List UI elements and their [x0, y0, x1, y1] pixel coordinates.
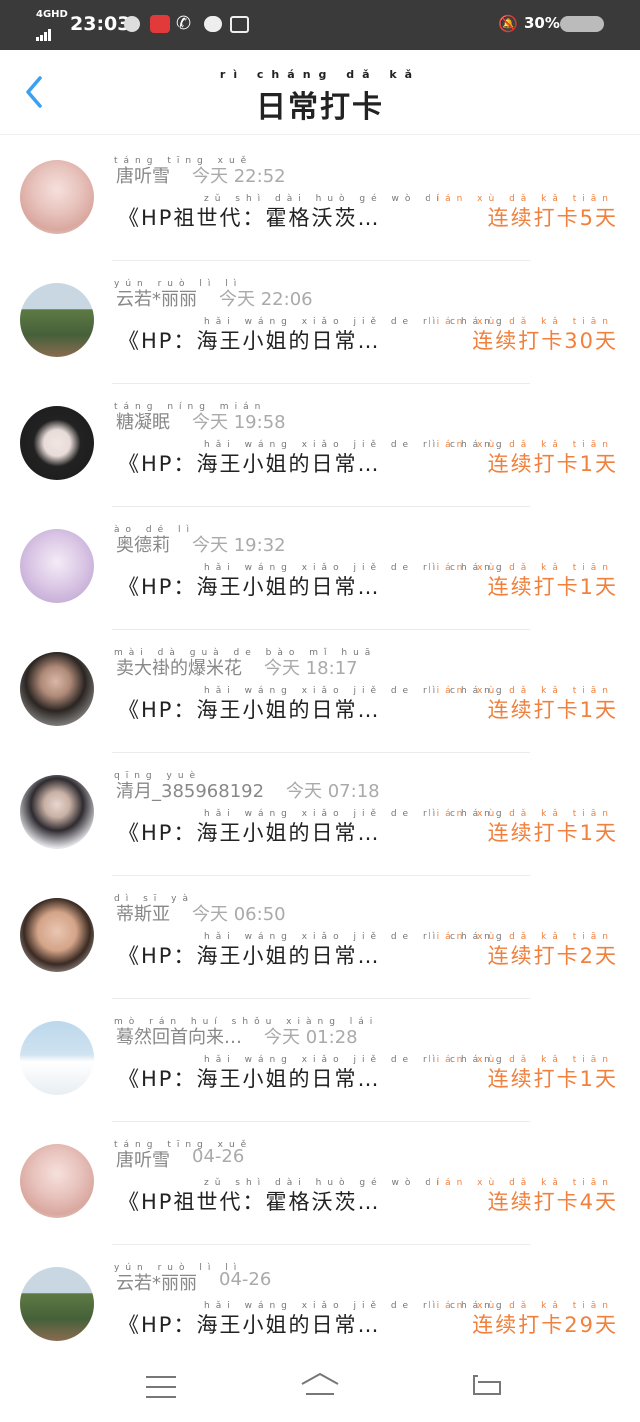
title-pinyin: rì cháng dǎ kǎ [219, 68, 421, 81]
book-title[interactable]: 《HP：海王小姐的日常… [118, 325, 380, 355]
phone-icon: ✆ [176, 13, 192, 34]
checkin-time: 04-26 [192, 1146, 245, 1167]
avatar[interactable] [20, 898, 94, 972]
sticker-icon [560, 16, 604, 32]
checkin-time: 今天 01:28 [264, 1027, 358, 1048]
checkin-time: 今天 07:18 [286, 781, 380, 802]
username[interactable]: 云若*丽丽 [116, 285, 197, 311]
system-nav-bar [0, 1356, 640, 1422]
username[interactable]: 清月_385968192 [116, 777, 264, 803]
streak-label: 连续打卡5天 [487, 206, 618, 230]
status-bar: 4GHD 23:03 ✆ 🔕 30% [0, 0, 640, 50]
checkin-row[interactable]: dì sī yà 蒂斯亚 今天 06:50 hǎi wáng xiǎo jiě … [0, 876, 640, 999]
avatar[interactable] [20, 775, 94, 849]
checkin-time: 今天 19:58 [192, 412, 286, 433]
avatar[interactable] [20, 283, 94, 357]
book-title[interactable]: 《HP：海王小姐的日常… [118, 571, 380, 601]
menu-icon-line [146, 1386, 176, 1388]
page-title: 日常打卡 [256, 90, 384, 125]
back-icon [473, 1375, 501, 1395]
clock: 23:03 [70, 13, 131, 35]
network-type: 4GHD [36, 9, 68, 20]
streak-label: 连续打卡1天 [487, 575, 618, 599]
menu-icon [146, 1376, 176, 1378]
book-title[interactable]: 《HP祖世代：霍格沃茨… [118, 1186, 380, 1216]
home-button[interactable] [300, 1372, 340, 1396]
streak-label: 连续打卡4天 [487, 1190, 618, 1214]
avatar[interactable] [20, 160, 94, 234]
avatar[interactable] [20, 406, 94, 480]
checkin-time: 04-26 [219, 1269, 272, 1290]
avatar[interactable] [20, 1267, 94, 1341]
checkin-row[interactable]: táng tīng xuě 唐听雪 04-26 zǔ shì dài huò g… [0, 1122, 640, 1245]
checkin-row[interactable]: yún ruò lì lì 云若*丽丽 04-26 hǎi wáng xiǎo … [0, 1245, 640, 1368]
username[interactable]: 卖大褂的爆米花 [116, 654, 242, 680]
checkin-row[interactable]: ào dé lì 奥德莉 今天 19:32 hǎi wáng xiǎo jiě … [0, 507, 640, 630]
chat-bubble-icon [124, 16, 140, 32]
menu-button[interactable] [146, 1376, 176, 1406]
streak-label: 连续打卡29天 [472, 1313, 618, 1337]
battery-level: 30% [524, 14, 560, 32]
avatar[interactable] [20, 1021, 94, 1095]
username[interactable]: 奥德莉 [116, 531, 170, 557]
checkin-row[interactable]: táng tīng xuě 唐听雪 今天 22:52 zǔ shì dài hu… [0, 138, 640, 261]
streak-label: 连续打卡1天 [487, 452, 618, 476]
checkin-row[interactable]: mài dà guà de bào mǐ huā 卖大褂的爆米花 今天 18:1… [0, 630, 640, 753]
nav-back-button[interactable] [472, 1374, 502, 1396]
streak-label: 连续打卡30天 [472, 329, 618, 353]
book-title[interactable]: 《HP：海王小姐的日常… [118, 448, 380, 478]
book-title[interactable]: 《HP：海王小姐的日常… [118, 1063, 380, 1093]
username[interactable]: 唐听雪 [116, 162, 170, 188]
checkin-time: 今天 19:32 [192, 535, 286, 556]
streak-label: 连续打卡1天 [487, 1067, 618, 1091]
checkin-time: 今天 22:06 [219, 289, 313, 310]
username[interactable]: 云若*丽丽 [116, 1269, 197, 1295]
app-badge-icon [150, 15, 170, 33]
book-title[interactable]: 《HP：海王小姐的日常… [118, 940, 380, 970]
streak-label: 连续打卡1天 [487, 698, 618, 722]
streak-label: 连续打卡2天 [487, 944, 618, 968]
username[interactable]: 蓦然回首向来… [116, 1023, 242, 1049]
checkin-row[interactable]: táng níng mián 糖凝眠 今天 19:58 hǎi wáng xiǎ… [0, 384, 640, 507]
checkin-row[interactable]: yún ruò lì lì 云若*丽丽 今天 22:06 hǎi wáng xi… [0, 261, 640, 384]
message-icon [204, 16, 222, 32]
signal-icon [36, 22, 52, 41]
book-title[interactable]: 《HP祖世代：霍格沃茨… [118, 202, 380, 232]
app-header: rì cháng dǎ kǎ 日常打卡 [0, 50, 640, 135]
checkin-time: 今天 22:52 [192, 166, 286, 187]
avatar[interactable] [20, 529, 94, 603]
checkin-time: 今天 06:50 [192, 904, 286, 925]
streak-label: 连续打卡1天 [487, 821, 618, 845]
checkin-row[interactable]: mò rán huí shǒu xiàng lái 蓦然回首向来… 今天 01:… [0, 999, 640, 1122]
menu-icon-line [146, 1396, 176, 1398]
book-title[interactable]: 《HP：海王小姐的日常… [118, 1309, 380, 1339]
username[interactable]: 唐听雪 [116, 1146, 170, 1172]
book-title[interactable]: 《HP：海王小姐的日常… [118, 694, 380, 724]
book-title[interactable]: 《HP：海王小姐的日常… [118, 817, 380, 847]
avatar[interactable] [20, 1144, 94, 1218]
checkin-time: 今天 18:17 [264, 658, 358, 679]
mute-bell-icon: 🔕 [498, 14, 518, 33]
checkin-list: táng tīng xuě 唐听雪 今天 22:52 zǔ shì dài hu… [0, 138, 640, 1368]
checkin-row[interactable]: qīng yuè 清月_385968192 今天 07:18 hǎi wáng … [0, 753, 640, 876]
username[interactable]: 糖凝眠 [116, 408, 170, 434]
avatar[interactable] [20, 652, 94, 726]
username[interactable]: 蒂斯亚 [116, 900, 170, 926]
home-icon [301, 1372, 339, 1395]
card-icon [230, 16, 249, 33]
